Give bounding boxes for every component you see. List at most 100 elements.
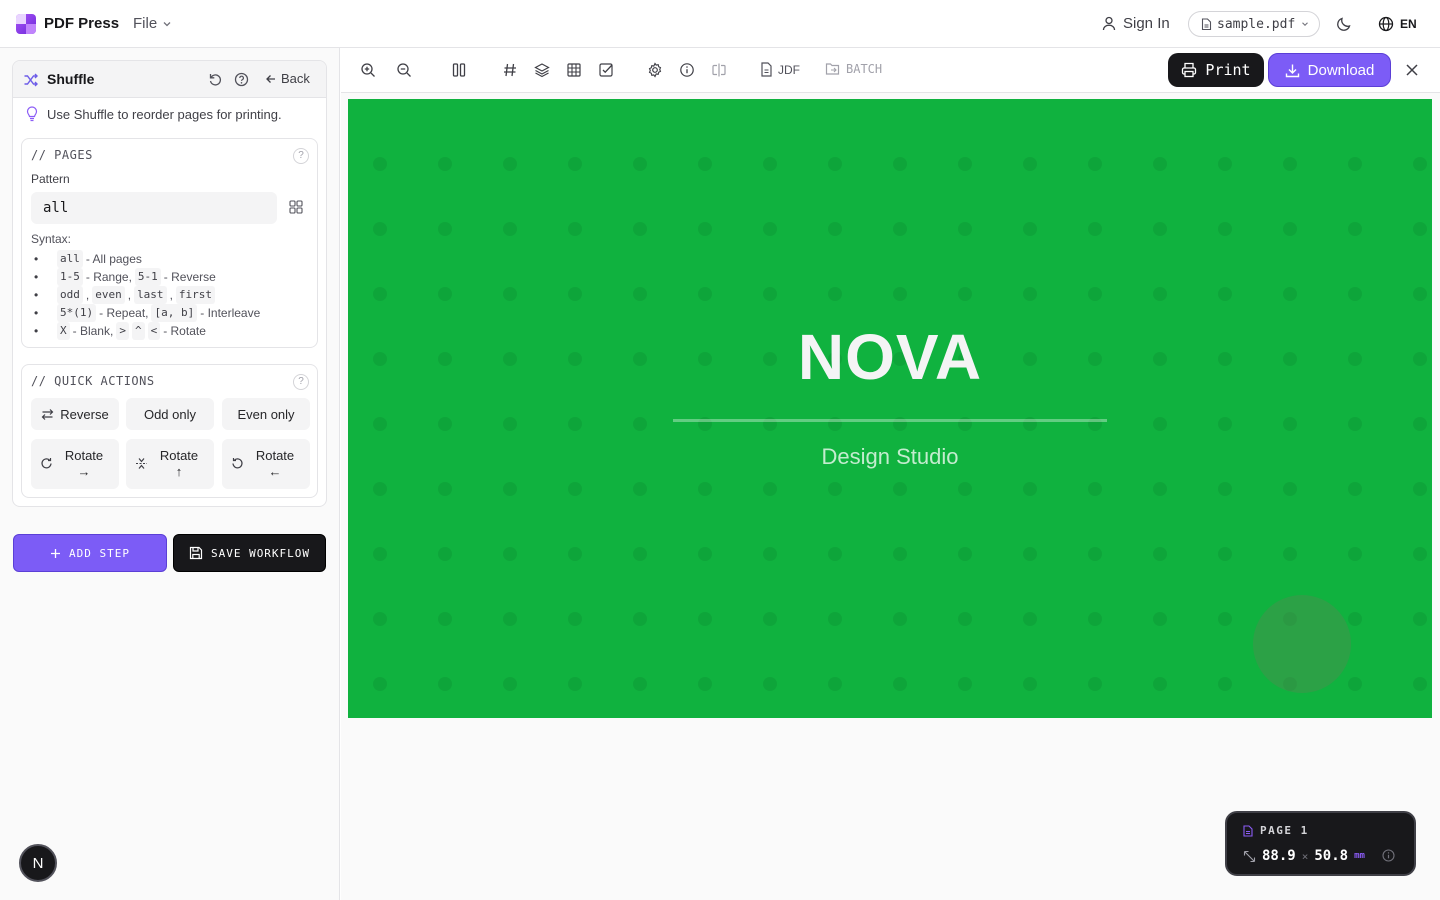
pattern-dot: [503, 612, 517, 626]
add-step-button[interactable]: ADD STEP: [13, 534, 167, 572]
syntax-code: >: [116, 322, 129, 340]
dev-badge[interactable]: N: [19, 844, 57, 882]
main-viewer: JDF BATCH Print Download NOVA Design Stu…: [341, 48, 1440, 900]
syntax-code: all: [57, 250, 83, 268]
zoom-out-icon[interactable]: [396, 62, 412, 78]
info-icon[interactable]: [1382, 849, 1395, 862]
rotate-180-label: Rotate ↑: [156, 448, 202, 480]
back-label: Back: [281, 71, 310, 86]
rotate-left-button[interactable]: Rotate ←: [222, 439, 310, 489]
file-selector[interactable]: sample.pdf: [1188, 11, 1320, 37]
pattern-dot: [633, 482, 647, 496]
pattern-dot: [568, 612, 582, 626]
globe-icon: [1378, 16, 1394, 32]
page-label: PAGE 1: [1260, 824, 1309, 837]
file-menu[interactable]: File: [133, 15, 173, 32]
pattern-dot: [958, 612, 972, 626]
moon-icon[interactable]: [1336, 16, 1352, 32]
pattern-dot: [438, 417, 452, 431]
close-icon[interactable]: [1405, 63, 1419, 77]
pattern-dot: [1218, 677, 1232, 691]
zoom-in-icon[interactable]: [360, 62, 376, 78]
pattern-dot: [1153, 157, 1167, 171]
reset-icon[interactable]: [208, 72, 223, 87]
pattern-dot: [568, 157, 582, 171]
pattern-dot: [1283, 547, 1297, 561]
pattern-dot: [373, 677, 387, 691]
syntax-item: X - Blank, > ^ < - Rotate: [31, 322, 260, 340]
hash-icon[interactable]: [502, 62, 518, 78]
syntax-item: 1-5 - Range, 5-1 - Reverse: [31, 268, 260, 286]
syntax-sep: ,: [169, 288, 173, 302]
pattern-dot: [438, 157, 452, 171]
pattern-dot: [1023, 677, 1037, 691]
quick-actions-help-icon[interactable]: ?: [293, 374, 309, 390]
pattern-dot: [438, 547, 452, 561]
syntax-code: odd: [57, 286, 83, 304]
pattern-dot: [1153, 222, 1167, 236]
rotate-right-button[interactable]: Rotate →: [31, 439, 119, 489]
jdf-button[interactable]: JDF: [760, 62, 800, 77]
language-selector[interactable]: EN: [1378, 16, 1417, 32]
pattern-dot: [503, 677, 517, 691]
help-icon[interactable]: [234, 72, 249, 87]
syntax-list: all - All pages 1-5 - Range, 5-1 - Rever…: [31, 250, 260, 340]
resize-icon: [1243, 850, 1256, 862]
pattern-input[interactable]: [31, 192, 277, 224]
columns-icon[interactable]: [451, 62, 467, 78]
compare-icon[interactable]: [711, 62, 727, 78]
pattern-dot: [763, 612, 777, 626]
reverse-button[interactable]: Reverse: [31, 398, 119, 430]
rotate-180-button[interactable]: Rotate ↑: [126, 439, 214, 489]
batch-button[interactable]: BATCH: [825, 62, 882, 76]
quick-actions-title: // QUICK ACTIONS: [31, 374, 155, 388]
pattern-dot: [568, 547, 582, 561]
file-name: sample.pdf: [1217, 16, 1296, 32]
syntax-code: 5*(1): [57, 304, 97, 322]
pattern-dot: [1348, 417, 1362, 431]
pattern-dot: [1283, 417, 1297, 431]
save-workflow-button[interactable]: SAVE WORKFLOW: [173, 534, 326, 572]
info-icon[interactable]: [679, 62, 695, 78]
syntax-code: <: [147, 322, 161, 340]
chevron-down-icon: [163, 21, 171, 26]
download-button[interactable]: Download: [1268, 53, 1391, 87]
print-label: Print: [1205, 61, 1251, 79]
even-only-button[interactable]: Even only: [222, 398, 310, 430]
sign-in-button[interactable]: Sign In: [1102, 15, 1170, 32]
pattern-dot: [1413, 677, 1427, 691]
table-grid-icon[interactable]: [566, 62, 582, 78]
grid-icon[interactable]: [289, 200, 303, 214]
pattern-dot: [828, 677, 842, 691]
back-button[interactable]: Back: [265, 71, 310, 86]
syntax-code: ^: [131, 322, 145, 340]
pattern-dot: [1153, 287, 1167, 301]
batch-label: BATCH: [846, 62, 883, 76]
odd-only-button[interactable]: Odd only: [126, 398, 214, 430]
pattern-dot: [438, 222, 452, 236]
tool-title: Shuffle: [47, 71, 95, 87]
pattern-dot: [503, 287, 517, 301]
print-button[interactable]: Print: [1168, 53, 1264, 87]
pattern-dot: [633, 417, 647, 431]
pattern-dot: [568, 287, 582, 301]
pattern-label: Pattern: [31, 172, 70, 186]
arrow-left-icon: [266, 74, 275, 83]
jdf-label: JDF: [778, 62, 800, 77]
rotate-right-label: Rotate →: [61, 448, 107, 480]
pattern-dot: [893, 157, 907, 171]
checkbox-icon[interactable]: [598, 62, 614, 78]
download-label: Download: [1307, 61, 1375, 79]
pages-help-icon[interactable]: ?: [293, 148, 309, 164]
pattern-dot: [763, 222, 777, 236]
pattern-dot: [828, 482, 842, 496]
settings-icon[interactable]: [647, 62, 663, 78]
layers-icon[interactable]: [534, 62, 550, 78]
pattern-dot: [1088, 287, 1102, 301]
flip-vertical-icon: [136, 458, 147, 469]
pages-section: // PAGES ? Pattern Syntax: all - All pag…: [21, 138, 318, 348]
pattern-dot: [633, 157, 647, 171]
pattern-dot: [503, 482, 517, 496]
rotate-text: Rotate: [159, 448, 199, 463]
pattern-dot: [438, 612, 452, 626]
